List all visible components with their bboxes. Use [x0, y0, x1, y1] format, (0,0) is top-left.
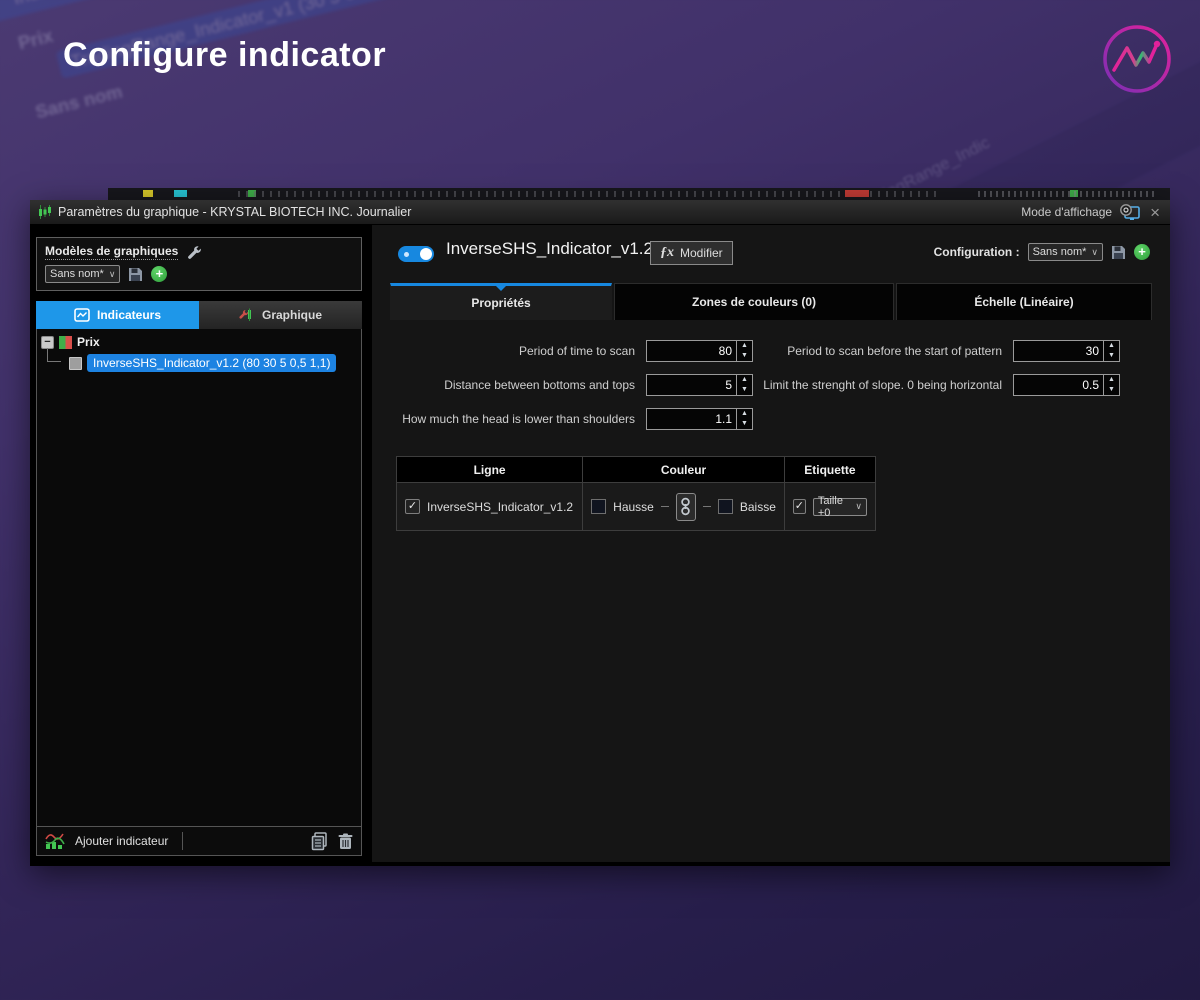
configuration-label: Configuration :: [934, 245, 1020, 259]
tab-indicateurs[interactable]: Indicateurs: [36, 301, 199, 329]
indicator-tree-panel: − Prix InverseSHS_Indicator_v1.2 (80 30 …: [36, 329, 362, 856]
spin-up-icon[interactable]: ▲: [737, 341, 752, 351]
spin-down-icon[interactable]: ▼: [737, 351, 752, 361]
add-configuration-button[interactable]: +: [1134, 244, 1150, 260]
tree-node-indicator[interactable]: InverseSHS_Indicator_v1.2 (80 30 5 0,5 1…: [69, 354, 357, 372]
save-icon[interactable]: [128, 267, 143, 282]
slope-limit-spinner[interactable]: 0.5 ▲▼: [1013, 374, 1120, 396]
field-label: Period of time to scan: [390, 344, 646, 358]
fx-icon: ƒx: [660, 245, 674, 261]
indicator-header: InverseSHS_Indicator_v1.2 ƒx Modifier Co…: [372, 225, 1170, 283]
head-lower-spinner[interactable]: 1.1 ▲▼: [646, 408, 753, 430]
sidebar-tabs: Indicateurs Graphique: [36, 301, 362, 329]
settings-tabs: Propriétés Zones de couleurs (0) Échelle…: [390, 283, 1152, 320]
spin-up-icon[interactable]: ▲: [1104, 375, 1119, 385]
label-size-select[interactable]: Taille +0∨: [813, 498, 867, 516]
line-visible-checkbox[interactable]: ✓: [405, 499, 420, 514]
spin-up-icon[interactable]: ▲: [1104, 341, 1119, 351]
spin-down-icon[interactable]: ▼: [1104, 351, 1119, 361]
sidebar: Modèles de graphiques Sans nom*∨ +: [36, 237, 362, 857]
column-header: Couleur: [583, 457, 785, 483]
sidebar-footer: Ajouter indicateur: [37, 826, 361, 855]
collapse-icon[interactable]: −: [41, 336, 54, 349]
period-before-pattern-spinner[interactable]: 30 ▲▼: [1013, 340, 1120, 362]
field-label: Distance between bottoms and tops: [390, 378, 646, 392]
page-title: Configure indicator: [63, 36, 386, 75]
link-colors-button[interactable]: [676, 493, 696, 521]
chart-templates-heading: Modèles de graphiques: [45, 244, 178, 260]
window-title: Paramètres du graphique - KRYSTAL BIOTEC…: [58, 205, 1021, 219]
trash-icon: [338, 833, 353, 850]
baisse-color-swatch[interactable]: [718, 499, 733, 514]
line-style-table: Ligne Couleur Etiquette ✓ InverseSHS_Ind…: [396, 456, 876, 531]
period-scan-spinner[interactable]: 80 ▲▼: [646, 340, 753, 362]
tab-echelle[interactable]: Échelle (Linéaire): [896, 283, 1152, 320]
link-connector: [661, 506, 669, 507]
price-series-icon: [59, 336, 72, 349]
spin-down-icon[interactable]: ▼: [1104, 385, 1119, 395]
tab-zones-de-couleurs[interactable]: Zones de couleurs (0): [614, 283, 894, 320]
add-indicator-button[interactable]: Ajouter indicateur: [75, 834, 168, 848]
add-template-button[interactable]: +: [151, 266, 167, 282]
chart-templates-box: Modèles de graphiques Sans nom*∨ +: [36, 237, 362, 291]
field-label: How much the head is lower than shoulder…: [390, 412, 646, 426]
settings-window: Paramètres du graphique - KRYSTAL BIOTEC…: [30, 200, 1170, 866]
baisse-label: Baisse: [740, 500, 776, 514]
add-indicator-icon: [45, 832, 67, 850]
tree-node-prix[interactable]: − Prix: [41, 335, 357, 349]
chart-settings-icon: [239, 308, 255, 322]
spin-down-icon[interactable]: ▼: [737, 385, 752, 395]
column-header: Etiquette: [784, 457, 875, 483]
hausse-color-swatch[interactable]: [591, 499, 606, 514]
line-name: InverseSHS_Indicator_v1.2: [427, 500, 573, 514]
chart-line-icon: [74, 308, 90, 322]
spin-down-icon[interactable]: ▼: [737, 419, 752, 429]
field-label: Period to scan before the start of patte…: [760, 344, 1013, 358]
close-icon[interactable]: ×: [1148, 204, 1162, 221]
field-label: Limit the strenght of slope. 0 being hor…: [760, 378, 1013, 392]
modify-script-button[interactable]: ƒx Modifier: [650, 241, 733, 265]
template-select[interactable]: Sans nom*∨: [45, 265, 120, 283]
tree-connector: [47, 348, 61, 362]
indicator-enabled-toggle[interactable]: [398, 246, 434, 262]
copy-button[interactable]: [311, 832, 330, 851]
spin-up-icon[interactable]: ▲: [737, 375, 752, 385]
indicator-visibility-checkbox[interactable]: [69, 357, 82, 370]
window-titlebar: Paramètres du graphique - KRYSTAL BIOTEC…: [30, 200, 1170, 225]
selected-indicator-label: InverseSHS_Indicator_v1.2 (80 30 5 0,5 1…: [87, 354, 336, 372]
label-enabled-checkbox[interactable]: ✓: [793, 499, 806, 514]
copy-icon: [311, 832, 330, 851]
indicator-title: InverseSHS_Indicator_v1.2: [446, 239, 653, 259]
main-panel: InverseSHS_Indicator_v1.2 ƒx Modifier Co…: [372, 225, 1170, 862]
tab-proprietes[interactable]: Propriétés: [390, 283, 612, 320]
delete-button[interactable]: [338, 833, 353, 850]
save-icon[interactable]: [1111, 245, 1126, 260]
properties-form: Period of time to scan 80 ▲▼ Period to s…: [390, 340, 1152, 430]
table-row: ✓ InverseSHS_Indicator_v1.2 Hausse: [397, 483, 876, 531]
display-mode-label: Mode d'affichage: [1021, 205, 1112, 219]
frag-tab: Indicateurs: [0, 0, 145, 26]
spin-up-icon[interactable]: ▲: [737, 409, 752, 419]
display-mode-icon[interactable]: [1119, 204, 1141, 221]
tree-root-label: Prix: [77, 335, 100, 349]
tab-graphique[interactable]: Graphique: [199, 301, 362, 329]
distance-bottoms-tops-spinner[interactable]: 5 ▲▼: [646, 374, 753, 396]
divider: [182, 832, 183, 850]
wrench-icon[interactable]: [186, 245, 201, 260]
configuration-select[interactable]: Sans nom*∨: [1028, 243, 1103, 261]
background-toolbar-strip: [108, 188, 1170, 200]
link-connector: [703, 506, 711, 507]
candlestick-icon: [38, 204, 52, 220]
hausse-label: Hausse: [613, 500, 654, 514]
chain-icon: [680, 497, 691, 517]
brand-logo: [1101, 23, 1173, 95]
column-header: Ligne: [397, 457, 583, 483]
